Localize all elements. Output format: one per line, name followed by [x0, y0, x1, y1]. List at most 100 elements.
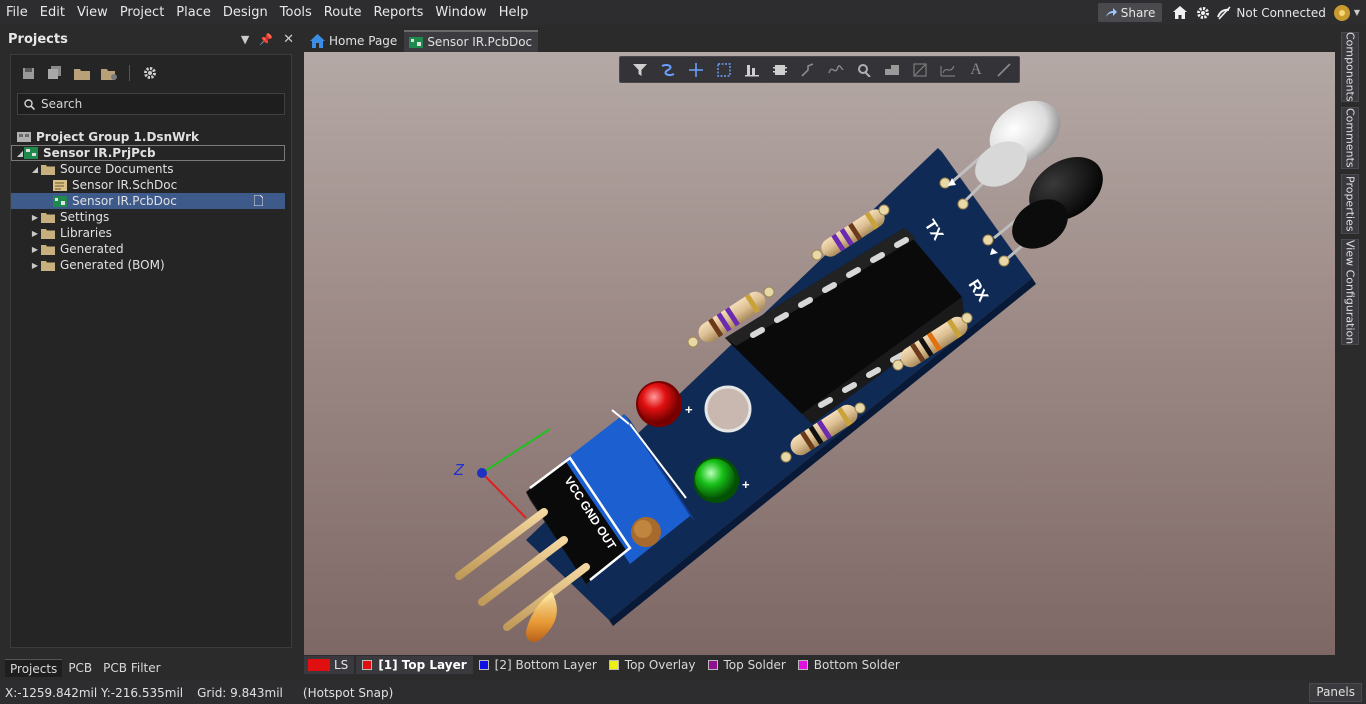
- crosshair-icon[interactable]: [682, 58, 710, 82]
- solder-pad: [878, 204, 890, 216]
- menu-edit[interactable]: Edit: [34, 0, 71, 25]
- panels-button[interactable]: Panels: [1309, 683, 1362, 702]
- tree-item-project-group[interactable]: Project Group 1.DsnWrk: [11, 129, 291, 145]
- menu-place[interactable]: Place: [170, 0, 217, 25]
- menu-reports[interactable]: Reports: [368, 0, 430, 25]
- tab-components-panel[interactable]: Components: [1341, 32, 1359, 102]
- share-label: Share: [1120, 5, 1156, 20]
- tree-item-libraries[interactable]: ▶ Libraries: [11, 225, 291, 241]
- tree-item-pcbdoc[interactable]: Sensor IR.PcbDoc: [11, 193, 285, 209]
- tab-pcb-filter[interactable]: PCB Filter: [98, 659, 165, 677]
- settings-gear-icon[interactable]: [141, 64, 159, 82]
- user-menu[interactable]: ▼: [1333, 4, 1360, 21]
- search-input[interactable]: Search: [17, 93, 285, 115]
- expand-down-icon[interactable]: ◢: [29, 161, 41, 177]
- tree-label-project-group: Project Group 1.DsnWrk: [36, 130, 200, 144]
- menu-design[interactable]: Design: [217, 0, 274, 25]
- menu-view[interactable]: View: [71, 0, 114, 25]
- grid-size: Grid: 9.843mil: [197, 685, 283, 700]
- align-icon[interactable]: [738, 58, 766, 82]
- layer-tab-top-solder[interactable]: Top Solder: [702, 656, 792, 674]
- tab-pcbdoc[interactable]: Sensor IR.PcbDoc: [404, 30, 539, 52]
- status-bar: X:-1259.842mil Y:-216.535mil Grid: 9.843…: [0, 681, 1366, 704]
- dimension-icon[interactable]: [934, 58, 962, 82]
- tab-projects[interactable]: Projects: [5, 659, 63, 677]
- tab-comments-panel[interactable]: Comments: [1341, 107, 1359, 169]
- folder-settings-icon[interactable]: [100, 64, 118, 82]
- expand-right-icon[interactable]: ▶: [29, 225, 41, 241]
- current-layer-swatch: [308, 659, 330, 671]
- layer-tab-bottom[interactable]: [2] Bottom Layer: [473, 656, 603, 674]
- tree-item-generated[interactable]: ▶ Generated: [11, 241, 291, 257]
- workspace-icon: [17, 131, 33, 143]
- panel-menu-icon[interactable]: ▼: [241, 33, 249, 46]
- gear-icon[interactable]: [1193, 3, 1213, 23]
- cursor-coordinates: X:-1259.842mil Y:-216.535mil: [5, 685, 184, 700]
- tab-home-page-label: Home Page: [329, 34, 398, 48]
- pcb-doc-icon: [53, 195, 69, 207]
- tree-item-source-documents[interactable]: ◢ Source Documents: [11, 161, 291, 177]
- save-icon[interactable]: [19, 64, 37, 82]
- tree-label-source-documents: Source Documents: [60, 162, 174, 176]
- interactive-route-icon[interactable]: [654, 58, 682, 82]
- layer-tab-bottom-solder[interactable]: Bottom Solder: [792, 656, 906, 674]
- projects-panel-header: Projects ▼ 📌 ✕: [0, 28, 300, 50]
- save-all-icon[interactable]: [46, 64, 64, 82]
- place-line-icon[interactable]: [990, 58, 1018, 82]
- tree-item-schdoc[interactable]: Sensor IR.SchDoc: [11, 177, 291, 193]
- filter-icon[interactable]: [626, 58, 654, 82]
- projects-panel: Projects ▼ 📌 ✕ Search Project Group 1.Ds…: [0, 28, 300, 679]
- place-component-icon[interactable]: [766, 58, 794, 82]
- place-text-icon[interactable]: A: [962, 58, 990, 82]
- place-via-icon[interactable]: [850, 58, 878, 82]
- panel-title: Projects: [8, 31, 68, 47]
- home-icon[interactable]: [1170, 3, 1190, 23]
- solder-pad: [780, 451, 792, 463]
- expand-right-icon[interactable]: ▶: [29, 257, 41, 273]
- menu-route[interactable]: Route: [318, 0, 368, 25]
- tab-view-configuration-panel[interactable]: View Configuration: [1341, 239, 1359, 345]
- route-tool-icon[interactable]: [794, 58, 822, 82]
- pcb-3d-viewport[interactable]: TX RX + + VCC GND OUT Z A: [304, 52, 1335, 655]
- menu-project[interactable]: Project: [114, 0, 170, 25]
- canvas-toolbar: A: [619, 56, 1020, 83]
- tree-item-settings[interactable]: ▶ Settings: [11, 209, 291, 225]
- menu-window[interactable]: Window: [429, 0, 492, 25]
- projects-panel-body: Search Project Group 1.DsnWrk ◢ Sensor I…: [10, 54, 292, 648]
- tab-pcb[interactable]: PCB: [63, 659, 97, 677]
- menu-file[interactable]: File: [0, 0, 34, 25]
- panel-tabs: Projects PCB PCB Filter: [0, 658, 167, 678]
- layer-tab-top-solder-label: Top Solder: [723, 658, 786, 672]
- tree-item-generated-bom[interactable]: ▶ Generated (BOM): [11, 257, 291, 273]
- select-rect-icon[interactable]: [710, 58, 738, 82]
- polygon-pour-icon[interactable]: [878, 58, 906, 82]
- share-button[interactable]: Share: [1097, 3, 1163, 22]
- tab-home-page[interactable]: Home Page: [305, 30, 403, 52]
- pcb-doc-icon: [409, 36, 424, 48]
- menu-help[interactable]: Help: [493, 0, 535, 25]
- layer-tab-top[interactable]: [1] Top Layer: [356, 656, 473, 674]
- diff-pair-icon[interactable]: [822, 58, 850, 82]
- home-page-icon: [310, 34, 325, 48]
- close-icon[interactable]: ✕: [283, 32, 294, 47]
- pin-icon[interactable]: 📌: [259, 33, 273, 46]
- layer-tabs: LS [1] Top Layer [2] Bottom Layer Top Ov…: [304, 655, 1335, 675]
- layer-set-button[interactable]: LS: [304, 656, 355, 674]
- menu-tools[interactable]: Tools: [274, 0, 318, 25]
- expand-down-icon[interactable]: ◢: [16, 145, 24, 161]
- tab-view-configuration-label: View Configuration: [1343, 239, 1357, 345]
- expand-right-icon[interactable]: ▶: [29, 241, 41, 257]
- solder-pad: [763, 286, 775, 298]
- expand-right-icon[interactable]: ▶: [29, 209, 41, 225]
- menu-bar: File Edit View Project Place Design Tool…: [0, 0, 1366, 25]
- solder-pad: [854, 402, 866, 414]
- tab-properties-panel[interactable]: Properties: [1341, 174, 1359, 234]
- layer-color-swatch: [478, 660, 489, 670]
- connection-status[interactable]: Not Connected: [1216, 6, 1326, 20]
- layer-tab-top-overlay[interactable]: Top Overlay: [603, 656, 702, 674]
- layer-color-swatch: [797, 660, 808, 670]
- graph-icon[interactable]: [906, 58, 934, 82]
- tree-item-project[interactable]: ◢ Sensor IR.PrjPcb: [11, 145, 285, 161]
- pcb-3d-render[interactable]: TX RX + + VCC GND OUT Z: [304, 52, 1335, 655]
- open-folder-icon[interactable]: [73, 64, 91, 82]
